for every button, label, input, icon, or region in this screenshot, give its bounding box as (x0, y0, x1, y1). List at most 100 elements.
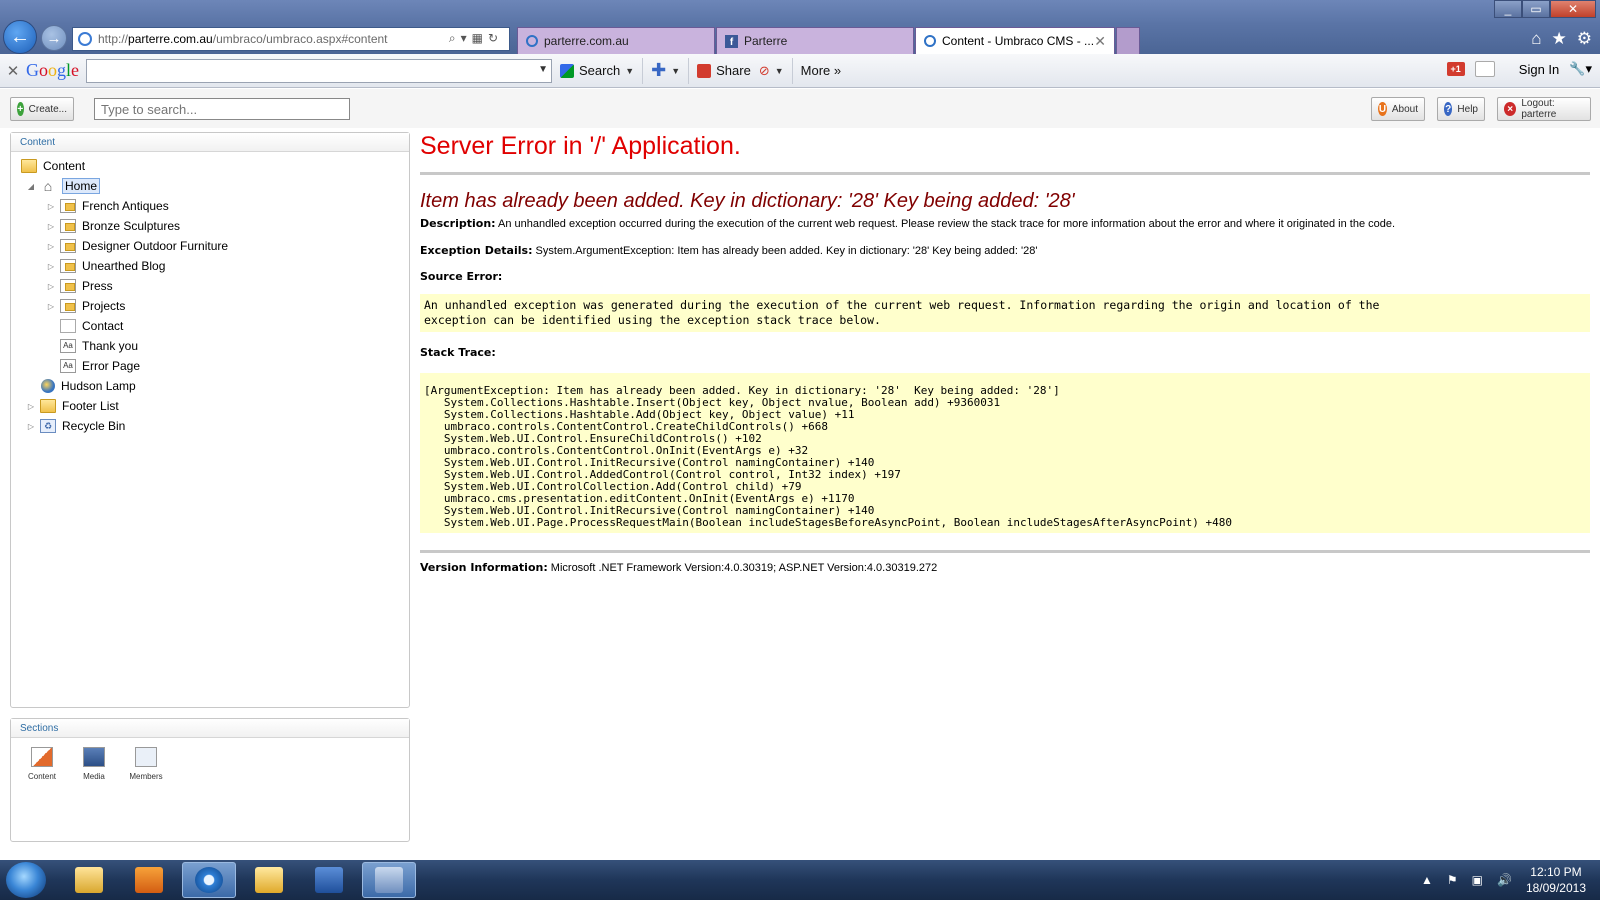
clock-date: 18/09/2013 (1525, 881, 1586, 895)
help-button[interactable]: ? Help (1437, 97, 1485, 121)
tree-node-error-page[interactable]: Aa Error Page (60, 356, 140, 376)
ie-favicon-icon (78, 32, 92, 46)
folder-icon (21, 159, 37, 173)
tree-node-home[interactable]: ◢ ⌂ Home (26, 176, 101, 196)
add-button[interactable]: ✚ ▼ (643, 57, 690, 84)
google-toolbar: ✕ Google ▼ Search ▼ ✚ ▼ Share ⊘ ▼ More »… (0, 54, 1600, 88)
clock[interactable]: 12:10 PM 18/09/2013 (1526, 864, 1586, 896)
logout-button[interactable]: × Logout: parterre (1497, 97, 1591, 121)
tree-node-hudson-lamp[interactable]: Hudson Lamp (41, 376, 136, 396)
forward-button[interactable]: → (41, 25, 67, 51)
stack-trace-box: [ArgumentException: Item has already bee… (420, 373, 1590, 533)
chrome-icon-group: ⌂ ★ ⚙ (1531, 29, 1592, 49)
media-player-icon (135, 867, 163, 893)
share-button[interactable]: Share ⊘ ▼ (689, 57, 793, 84)
network-icon[interactable]: ▣ (1472, 873, 1483, 887)
expand-arrow-icon[interactable]: ▷ (26, 402, 36, 411)
tab-parterre-facebook[interactable]: f Parterre (716, 27, 914, 54)
taskbar-outlook[interactable] (242, 862, 296, 898)
more-button[interactable]: More » (793, 58, 849, 84)
umbraco-search-input[interactable] (94, 98, 350, 120)
collapse-arrow-icon[interactable]: ◢ (26, 182, 36, 191)
google-search-input[interactable]: ▼ (86, 58, 552, 83)
mail-icon (255, 867, 283, 893)
signin-link[interactable]: Sign In (1519, 62, 1559, 77)
tree-node-projects[interactable]: ▷ Projects (46, 296, 125, 316)
section-members[interactable]: Members (129, 747, 163, 781)
flag-icon[interactable]: ⚑ (1447, 873, 1458, 887)
address-tools-icons[interactable]: ⌕▾▦↻ (449, 31, 503, 46)
tree-node-press[interactable]: ▷ Press (46, 276, 113, 296)
umbraco-logo-icon: U (1378, 102, 1387, 116)
chevron-down-icon: ▼ (671, 65, 681, 76)
tree-node-recycle-bin[interactable]: ▷ ♻ Recycle Bin (26, 416, 125, 436)
minimize-button[interactable]: _ (1494, 0, 1522, 18)
umbraco-topbar: + Create... U About ? Help × Logout: par… (0, 89, 1600, 128)
blocked-popup-icon[interactable]: ⊘ (759, 63, 770, 79)
ie-icon (195, 867, 223, 893)
tree-node-french-antiques[interactable]: ▷ French Antiques (46, 196, 169, 216)
expand-arrow-icon[interactable]: ▷ (46, 242, 56, 251)
tree-node-contact[interactable]: Contact (60, 316, 123, 336)
tree-node-content-root[interactable]: Content (21, 156, 85, 176)
close-window-button[interactable]: ✕ (1550, 0, 1596, 18)
error-page: Server Error in '/' Application. Item ha… (420, 130, 1590, 690)
favorites-star-icon[interactable]: ★ (1552, 29, 1567, 49)
ie-page-icon (924, 35, 936, 47)
tab-label: Parterre (744, 34, 788, 48)
taskbar-internet-explorer[interactable] (182, 862, 236, 898)
taskbar-word[interactable] (302, 862, 356, 898)
logout-label: Logout: parterre (1521, 98, 1557, 120)
version-row: Version Information: Microsoft .NET Fram… (420, 561, 937, 574)
section-content[interactable]: Content (27, 747, 57, 781)
share-icon (697, 63, 712, 78)
expand-arrow-icon[interactable]: ▷ (46, 302, 56, 311)
address-bar[interactable]: http://parterre.com.au/umbraco/umbraco.a… (72, 27, 510, 51)
taskbar-explorer[interactable] (62, 862, 116, 898)
tab-umbraco-content[interactable]: Content - Umbraco CMS - ... ✕ (915, 27, 1115, 54)
wrench-icon[interactable]: 🔧▾ (1569, 61, 1592, 77)
expand-arrow-icon[interactable]: ▷ (26, 422, 36, 431)
back-button[interactable]: ← (3, 20, 37, 54)
section-media[interactable]: Media (79, 747, 109, 781)
gear-icon[interactable]: ⚙ (1577, 29, 1592, 49)
tree-node-bronze-sculptures[interactable]: ▷ Bronze Sculptures (46, 216, 180, 236)
expand-arrow-icon[interactable]: ▷ (46, 202, 56, 211)
ie-page-icon (526, 35, 538, 47)
expand-arrow-icon[interactable]: ▷ (46, 262, 56, 271)
tree-node-thank-you[interactable]: Aa Thank you (60, 336, 138, 356)
close-tab-icon[interactable]: ✕ (1094, 33, 1106, 50)
tree-label: French Antiques (82, 199, 169, 213)
about-button[interactable]: U About (1371, 97, 1425, 121)
tree-node-footer-list[interactable]: ▷ Footer List (26, 396, 119, 416)
taskbar-media-player[interactable] (122, 862, 176, 898)
expand-arrow-icon[interactable]: ▷ (46, 222, 56, 231)
tab-parterre-site[interactable]: parterre.com.au (517, 27, 715, 54)
toggle-switch[interactable] (1474, 61, 1495, 77)
google-search-button[interactable]: Search ▼ (552, 57, 644, 84)
address-prefix: http:// (98, 32, 129, 46)
plus-icon: ✚ (651, 60, 667, 80)
tree-node-unearthed-blog[interactable]: ▷ Unearthed Blog (46, 256, 165, 276)
tree-label: Press (82, 279, 113, 293)
section-label: Members (129, 772, 163, 781)
tree-node-designer-outdoor-furniture[interactable]: ▷ Designer Outdoor Furniture (46, 236, 228, 256)
new-tab-button[interactable] (1116, 27, 1140, 54)
arrow-left-icon: ← (10, 25, 30, 48)
panel-title: Sections (11, 719, 409, 738)
description-label: Description: (420, 217, 496, 230)
volume-icon[interactable]: 🔊 (1497, 873, 1512, 887)
show-hidden-icons[interactable]: ▲ (1421, 873, 1433, 887)
maximize-button[interactable]: ▭ (1522, 0, 1550, 18)
create-button[interactable]: + Create... (10, 97, 74, 121)
tree-label: Unearthed Blog (82, 259, 166, 273)
taskbar-remote-desktop[interactable] (362, 862, 416, 898)
gplus-button[interactable]: +1 (1446, 62, 1465, 76)
close-toolbar-icon[interactable]: ✕ (0, 62, 26, 80)
start-button[interactable] (6, 862, 46, 898)
recycle-bin-icon: ♻ (40, 419, 56, 433)
home-icon[interactable]: ⌂ (1531, 29, 1541, 49)
divider (420, 172, 1590, 175)
chevron-down-icon[interactable]: ▼ (538, 64, 548, 75)
expand-arrow-icon[interactable]: ▷ (46, 282, 56, 291)
